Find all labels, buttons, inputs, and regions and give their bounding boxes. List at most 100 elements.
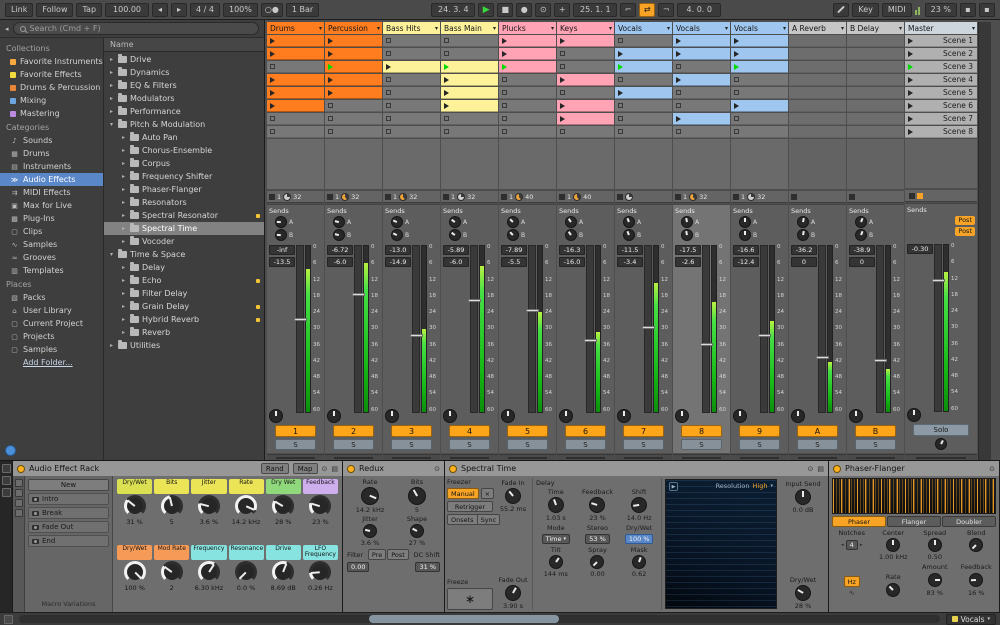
empty-clip-slot[interactable] <box>557 126 614 138</box>
scene-slot-5[interactable]: Scene 5 <box>905 87 977 99</box>
solo-button[interactable]: S <box>449 439 490 450</box>
master-solo-button[interactable]: Solo <box>913 424 969 436</box>
clip-slot[interactable] <box>499 61 556 73</box>
send-a-post-toggle[interactable]: Post <box>955 216 975 225</box>
clip-stop-icon[interactable] <box>618 103 623 108</box>
shift-value[interactable]: 14.0 Hz <box>627 514 652 522</box>
empty-clip-slot[interactable] <box>615 126 672 138</box>
send-b-knob[interactable] <box>855 229 867 241</box>
volume-fader[interactable] <box>526 245 539 413</box>
expand-arrow-icon[interactable]: ▸ <box>120 264 127 271</box>
macro-knob[interactable] <box>309 495 332 517</box>
pan-knob[interactable] <box>385 409 399 423</box>
notches-stepper[interactable]: ◂ 4 ▸ <box>841 540 862 550</box>
clip-slot[interactable] <box>325 35 382 47</box>
send-b-knob[interactable] <box>275 229 287 241</box>
clip-stop-icon[interactable] <box>386 129 391 134</box>
fader-handle[interactable] <box>932 278 945 282</box>
fade-in-value[interactable]: 55.2 ms <box>500 505 526 513</box>
spray-value[interactable]: 0.00 <box>590 570 604 578</box>
send-a-knob[interactable] <box>565 216 577 228</box>
spray-knob[interactable] <box>590 555 605 569</box>
rack-title-bar[interactable]: Audio Effect Rack Rand Map ⊙ ▤ <box>13 461 342 476</box>
empty-clip-slot[interactable] <box>383 35 440 47</box>
empty-clip-slot[interactable] <box>615 35 672 47</box>
clip-slot[interactable] <box>325 87 382 99</box>
tree-item-resonators[interactable]: ▸ Resonators <box>104 196 264 209</box>
center-knob[interactable] <box>886 538 901 552</box>
peak-value[interactable]: -12.4 <box>733 257 759 267</box>
track-activator-button[interactable]: 3 <box>391 425 432 437</box>
pan-knob[interactable] <box>849 409 863 423</box>
scene-slot-4[interactable]: Scene 4 <box>905 74 977 86</box>
solo-button[interactable]: S <box>333 439 374 450</box>
new-variation-button[interactable]: New <box>28 479 109 491</box>
scrollbar-thumb[interactable] <box>368 615 559 623</box>
categories-header[interactable]: Categories <box>0 120 103 134</box>
expand-arrow-icon[interactable]: ▸ <box>120 212 127 219</box>
clip-slot[interactable] <box>673 74 730 86</box>
category-item-plug-ins[interactable]: ▩ Plug-Ins <box>0 212 103 225</box>
expand-arrow-icon[interactable]: ▸ <box>108 95 115 102</box>
volume-fader[interactable] <box>352 245 365 413</box>
macro-knob[interactable] <box>197 561 220 583</box>
clip-slot[interactable] <box>267 35 324 47</box>
macro-knob[interactable] <box>235 561 258 583</box>
clip-stop-icon[interactable] <box>328 103 333 108</box>
clip-stop-icon[interactable] <box>734 129 739 134</box>
filter-post-button[interactable]: Post <box>387 549 409 560</box>
collection-item-mixing[interactable]: Mixing <box>0 94 103 107</box>
clip-stop-icon[interactable] <box>618 77 623 82</box>
empty-clip-slot[interactable] <box>673 126 730 138</box>
amount-knob[interactable] <box>927 573 942 587</box>
empty-clip-slot[interactable] <box>499 74 556 86</box>
tempo-field[interactable]: 100.00 <box>105 2 150 17</box>
track-header-plucks[interactable]: Plucks ▾ <box>499 22 556 34</box>
session-record-button[interactable]: ⊙ <box>535 2 552 17</box>
track-header-vocals[interactable]: Vocals ▾ <box>615 22 672 34</box>
clip-launch-icon[interactable] <box>270 37 275 44</box>
clip-slot[interactable] <box>557 74 614 86</box>
track-header-bass-hits[interactable]: Bass Hits ▾ <box>383 22 440 34</box>
category-item-grooves[interactable]: ≈ Grooves <box>0 251 103 264</box>
send-b-knob[interactable] <box>797 229 809 241</box>
collapse-arrow-icon[interactable]: ▾ <box>108 251 115 258</box>
tree-item-utilities[interactable]: ▸ Utilities <box>104 339 264 352</box>
macro-value[interactable]: 8.69 dB <box>271 584 296 592</box>
play-button[interactable]: ▶ <box>478 2 495 17</box>
clip-launch-icon[interactable] <box>502 63 507 70</box>
peak-value[interactable]: -3.4 <box>617 257 643 267</box>
rand-button[interactable]: Rand <box>260 463 289 474</box>
tempo-follow-button[interactable]: Follow <box>36 2 74 17</box>
clip-launch-icon[interactable] <box>734 102 739 109</box>
clip-stop-icon[interactable] <box>328 129 333 134</box>
clip-slot[interactable] <box>615 48 672 60</box>
volume-value[interactable]: -6.72 <box>327 245 353 255</box>
empty-clip-slot[interactable] <box>441 113 498 125</box>
volume-value[interactable]: -38.9 <box>849 245 875 255</box>
clip-stop-icon[interactable] <box>676 129 681 134</box>
tree-item-pitch-modulation[interactable]: ▾ Pitch & Modulation <box>104 118 264 131</box>
show-variations-icon[interactable] <box>14 509 23 517</box>
empty-clip-slot[interactable] <box>499 126 556 138</box>
category-item-midi-effects[interactable]: ⇉ MIDI Effects <box>0 186 103 199</box>
send-a-knob[interactable] <box>507 216 519 228</box>
empty-clip-slot[interactable] <box>673 100 730 112</box>
empty-clip-slot[interactable] <box>731 126 788 138</box>
expand-arrow-icon[interactable]: ▸ <box>120 186 127 193</box>
volume-value[interactable]: -5.89 <box>443 245 469 255</box>
jitter-value[interactable]: 3.6 % <box>361 539 380 547</box>
clip-slot[interactable] <box>673 113 730 125</box>
arrangement-position-field[interactable]: 24. 3. 4 <box>431 2 476 17</box>
variation-item-end[interactable]: End <box>28 535 109 547</box>
clip-stop-icon[interactable] <box>676 103 681 108</box>
volume-value[interactable]: -16.3 <box>559 245 585 255</box>
empty-clip-slot[interactable] <box>499 113 556 125</box>
clip-stop-icon[interactable] <box>502 90 507 95</box>
hot-swap-icon[interactable]: ⊙ <box>989 465 995 473</box>
macro-knob[interactable] <box>235 495 258 517</box>
clip-launch-icon[interactable] <box>560 115 565 122</box>
bits-value[interactable]: 5 <box>415 506 419 514</box>
display-mode-icon[interactable]: ▶ <box>669 482 678 491</box>
send-a-knob[interactable] <box>449 216 461 228</box>
